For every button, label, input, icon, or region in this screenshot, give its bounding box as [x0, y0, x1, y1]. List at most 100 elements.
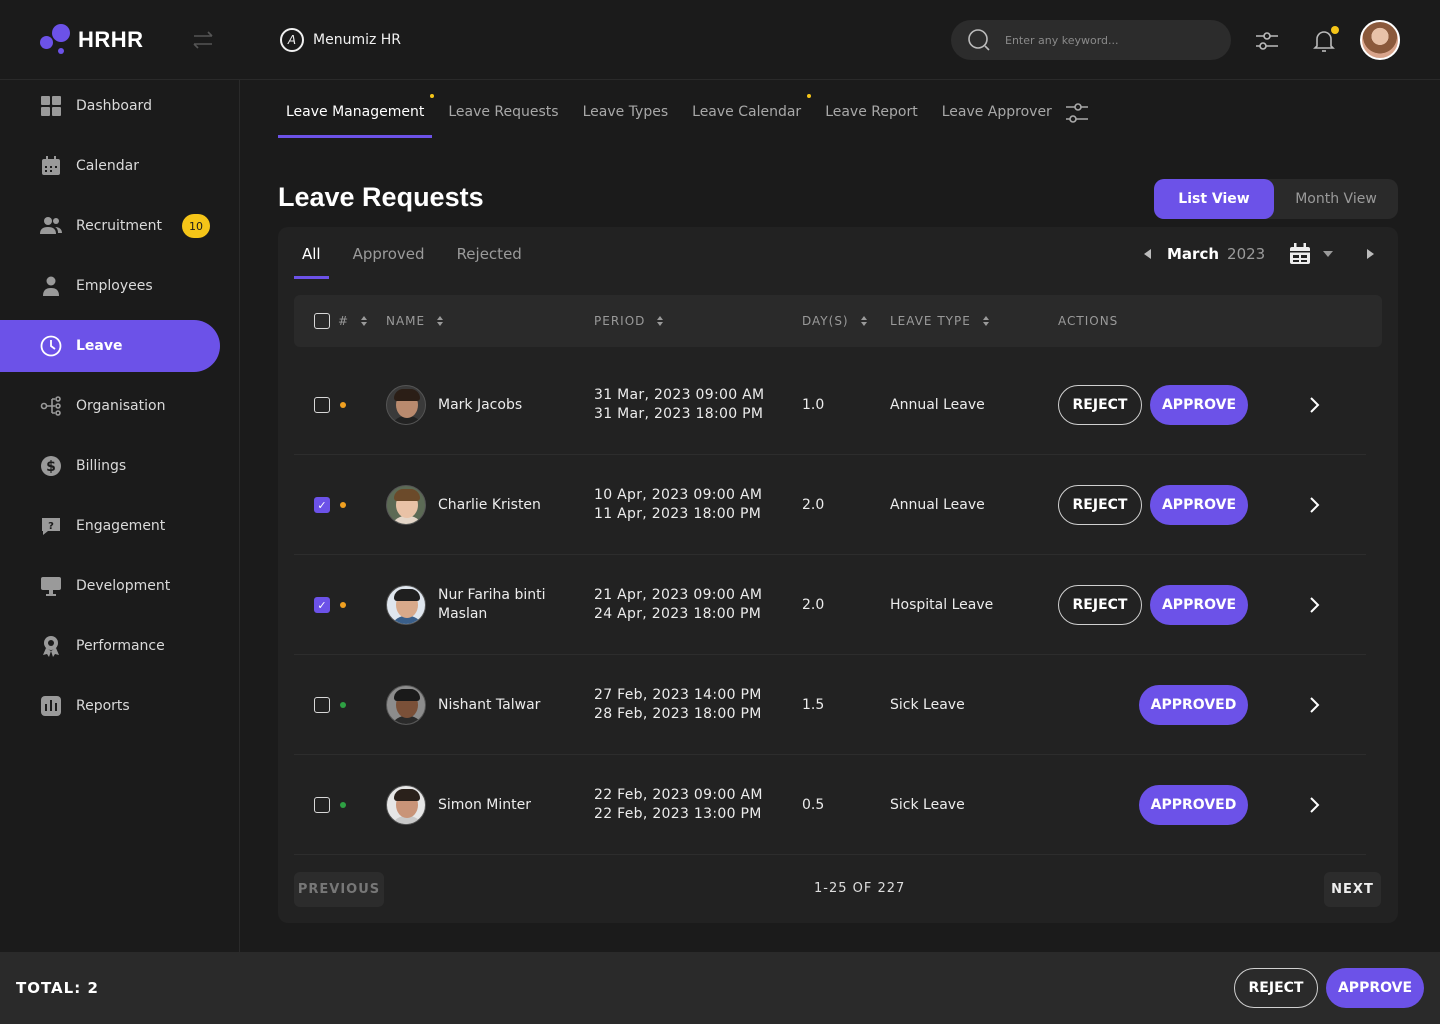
col-period-header[interactable]: PERIOD	[594, 295, 664, 347]
sidebar-item-dashboard[interactable]: Dashboard	[0, 80, 220, 132]
prev-month-icon[interactable]	[1144, 249, 1151, 259]
sidebar-item-recruitment[interactable]: Recruitment 10	[0, 200, 220, 252]
approved-status-button[interactable]: APPROVED	[1139, 685, 1248, 725]
row-checkbox[interactable]: ✓	[314, 497, 330, 513]
avatar[interactable]	[386, 385, 426, 425]
sidebar-item-calendar[interactable]: Calendar	[0, 140, 220, 192]
approve-button[interactable]: APPROVE	[1150, 585, 1248, 625]
settings-sliders-icon[interactable]	[1254, 28, 1280, 54]
sidebar-item-leave[interactable]: Leave	[0, 320, 220, 372]
chevron-right-icon[interactable]	[1308, 696, 1322, 714]
bulk-reject-button[interactable]: REJECT	[1234, 968, 1318, 1008]
user-avatar[interactable]	[1360, 20, 1400, 60]
collapse-sidebar-icon[interactable]	[192, 30, 214, 50]
table-row[interactable]: ✓ Charlie Kristen 10 Apr, 2023 09:00 AM 1…	[294, 455, 1366, 555]
leave-subtabs: Leave Management Leave Requests Leave Ty…	[278, 92, 1068, 138]
row-checkbox[interactable]	[314, 697, 330, 713]
sort-icon[interactable]	[982, 316, 989, 326]
leave-days: 1.5	[802, 697, 825, 713]
tab-leave-report[interactable]: Leave Report	[817, 92, 926, 138]
sort-icon[interactable]	[860, 316, 867, 326]
month-view-button[interactable]: Month View	[1274, 179, 1398, 219]
search-input[interactable]	[1005, 33, 1205, 47]
award-icon	[40, 635, 62, 657]
row-checkbox[interactable]	[314, 397, 330, 413]
table-row[interactable]: Mark Jacobs 31 Mar, 2023 09:00 AM 31 Mar,…	[294, 355, 1366, 455]
chevron-right-icon[interactable]	[1308, 796, 1322, 814]
employee-name[interactable]: Nur Fariha binti Maslan	[438, 555, 578, 655]
table-row[interactable]: Nishant Talwar 27 Feb, 2023 14:00 PM 28 F…	[294, 655, 1366, 755]
next-month-icon[interactable]	[1367, 249, 1375, 259]
sort-icon[interactable]	[437, 316, 444, 326]
list-view-button[interactable]: List View	[1154, 179, 1274, 219]
col-name-header[interactable]: NAME	[386, 295, 444, 347]
filter-rejected[interactable]: Rejected	[449, 243, 530, 279]
chevron-right-icon[interactable]	[1308, 396, 1322, 414]
sidebar-item-employees[interactable]: Employees	[0, 260, 220, 312]
logo[interactable]: HRHR	[38, 22, 144, 58]
sort-icon[interactable]	[657, 316, 664, 326]
tab-leave-types[interactable]: Leave Types	[575, 92, 677, 138]
next-page-button[interactable]: NEXT	[1324, 872, 1381, 907]
company-switcher[interactable]: A Menumiz HR	[280, 28, 401, 52]
selected-total: TOTAL: 2	[16, 979, 99, 997]
avatar[interactable]	[386, 585, 426, 625]
employee-name[interactable]: Charlie Kristen	[438, 455, 541, 555]
notifications-button[interactable]	[1312, 26, 1339, 54]
reject-button[interactable]: REJECT	[1058, 385, 1142, 425]
employee-name[interactable]: Mark Jacobs	[438, 355, 522, 455]
tab-leave-approver[interactable]: Leave Approver	[934, 92, 1060, 138]
col-type-header[interactable]: LEAVE TYPE	[890, 295, 989, 347]
sidebar-item-engagement[interactable]: ? Engagement	[0, 500, 220, 552]
tab-leave-calendar[interactable]: Leave Calendar	[684, 92, 812, 138]
avatar[interactable]	[386, 785, 426, 825]
tab-leave-requests[interactable]: Leave Requests	[440, 92, 566, 138]
table-row[interactable]: ✓ Nur Fariha binti Maslan 21 Apr, 2023 0…	[294, 555, 1366, 655]
sidebar-item-billings[interactable]: $ Billings	[0, 440, 220, 492]
sidebar-item-reports[interactable]: Reports	[0, 680, 220, 732]
search-icon	[968, 29, 990, 51]
sidebar-item-organisation[interactable]: Organisation	[0, 380, 220, 432]
month-dropdown-icon[interactable]	[1323, 251, 1334, 257]
chevron-right-icon[interactable]	[1308, 596, 1322, 614]
leave-type: Annual Leave	[890, 497, 985, 513]
approve-button[interactable]: APPROVE	[1150, 485, 1248, 525]
bulk-approve-button[interactable]: APPROVE	[1326, 968, 1424, 1008]
pending-status-dot	[340, 502, 346, 508]
reject-button[interactable]: REJECT	[1058, 585, 1142, 625]
filter-approved[interactable]: Approved	[345, 243, 433, 279]
avatar[interactable]	[386, 485, 426, 525]
select-all-checkbox[interactable]	[314, 313, 330, 329]
leave-days: 0.5	[802, 797, 825, 813]
sidebar-item-label: Billings	[76, 458, 127, 474]
col-num: #	[338, 314, 350, 328]
tab-leave-management[interactable]: Leave Management	[278, 92, 435, 138]
col-days: DAY(S)	[802, 314, 849, 328]
tab-label: Leave Requests	[448, 104, 559, 120]
employee-name[interactable]: Simon Minter	[438, 755, 531, 855]
sidebar-item-label: Recruitment	[76, 218, 163, 234]
sidebar-item-performance[interactable]: Performance	[0, 620, 220, 672]
avatar[interactable]	[386, 685, 426, 725]
search-box[interactable]	[951, 20, 1231, 60]
row-checkbox[interactable]: ✓	[314, 597, 330, 613]
filter-all[interactable]: All	[294, 243, 329, 279]
row-checkbox[interactable]	[314, 797, 330, 813]
approve-button[interactable]: APPROVE	[1150, 385, 1248, 425]
sort-icon[interactable]	[361, 316, 368, 326]
sidebar-item-development[interactable]: Development	[0, 560, 220, 612]
table-row[interactable]: Simon Minter 22 Feb, 2023 09:00 AM 22 Feb…	[294, 755, 1366, 855]
employee-name[interactable]: Nishant Talwar	[438, 655, 540, 755]
page-title: Leave Requests	[278, 182, 484, 212]
calendar-picker-icon[interactable]	[1289, 243, 1311, 265]
view-toggle: List View Month View	[1154, 179, 1398, 219]
dollar-icon: $	[40, 455, 62, 477]
reject-button[interactable]: REJECT	[1058, 485, 1142, 525]
chevron-right-icon[interactable]	[1308, 496, 1322, 514]
monitor-icon	[40, 575, 62, 597]
tab-settings-icon[interactable]	[1064, 100, 1090, 126]
col-days-header[interactable]: DAY(S)	[802, 295, 867, 347]
approved-status-button[interactable]: APPROVED	[1139, 785, 1248, 825]
approved-status-dot	[340, 702, 346, 708]
previous-page-button[interactable]: PREVIOUS	[294, 872, 384, 907]
